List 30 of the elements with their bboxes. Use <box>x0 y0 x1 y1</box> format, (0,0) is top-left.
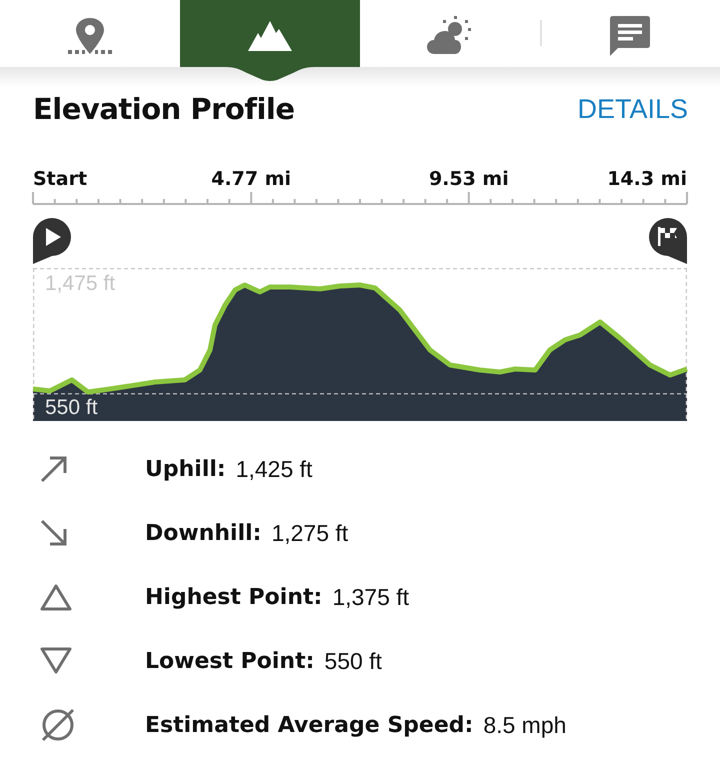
arrow-down-right-icon <box>40 519 68 547</box>
details-link[interactable]: DETAILS <box>577 94 688 124</box>
elevation-label: 1,475 ft <box>45 272 116 295</box>
stat-value: 1,275 ft <box>271 520 348 546</box>
triangle-down-icon <box>40 647 72 675</box>
section-title: Elevation Profile <box>33 92 295 126</box>
stat-label: Estimated Average Speed: <box>145 712 474 738</box>
distance-label: Start <box>33 168 88 190</box>
arrow-up-right-icon <box>40 455 68 483</box>
stat-label: Downhill: <box>145 520 262 546</box>
play-marker-icon <box>33 218 71 264</box>
diameter-icon <box>40 707 76 743</box>
distance-label: 4.77 mi <box>211 168 292 190</box>
mountain-icon <box>248 20 292 50</box>
elevation-tab[interactable] <box>180 0 360 67</box>
stat-label: Lowest Point: <box>145 648 314 674</box>
finish-flag-marker-icon <box>649 218 687 264</box>
stat-value: 1,425 ft <box>236 456 312 482</box>
distance-label: 14.3 mi <box>607 168 687 190</box>
cloud-sun-icon <box>427 16 473 56</box>
stat-value: 8.5 mph <box>483 712 566 738</box>
triangle-up-icon <box>40 583 72 611</box>
chat-icon <box>610 16 650 56</box>
stat-label: Highest Point: <box>145 584 322 610</box>
elevation-label: 550 ft <box>45 396 98 419</box>
map-pin-icon <box>68 16 112 56</box>
stat-value: 1,375 ft <box>332 584 410 610</box>
distance-label: 9.53 mi <box>428 168 509 190</box>
stat-label: Uphill: <box>145 456 226 482</box>
stat-value: 550 ft <box>324 648 382 674</box>
